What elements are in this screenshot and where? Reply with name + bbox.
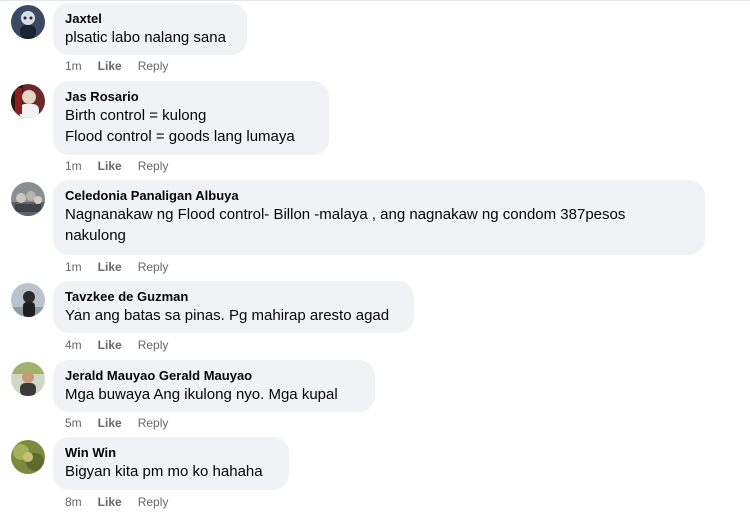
comment-text: Birth control = kulong Flood control = g… bbox=[65, 105, 317, 147]
comment-time[interactable]: 5m bbox=[65, 415, 82, 431]
comment-text: Yan ang batas sa pinas. Pg mahirap arest… bbox=[65, 305, 402, 326]
comment-time[interactable]: 4m bbox=[65, 337, 82, 353]
comment-bubble: Jas Rosario Birth control = kulong Flood… bbox=[53, 81, 329, 155]
avatar[interactable] bbox=[11, 283, 45, 317]
comment-actions: 4m Like Reply bbox=[65, 337, 184, 353]
comment-text: plsatic labo nalang sana bbox=[65, 27, 235, 48]
comment-text-line: nakulong bbox=[65, 227, 126, 244]
comment-bubble: Jerald Mauyao Gerald Mauyao Mga buwaya A… bbox=[53, 360, 375, 412]
comment-actions: 1m Like Reply bbox=[65, 259, 184, 275]
comment-actions: 8m Like Reply bbox=[65, 494, 184, 510]
comment-actions: 1m Like Reply bbox=[65, 158, 184, 174]
comment-text-line: Nagnanakaw ng Flood control- Billon -mal… bbox=[65, 206, 626, 223]
comment-bubble: Celedonia Panaligan Albuya Nagnanakaw ng… bbox=[53, 180, 705, 255]
like-button[interactable]: Like bbox=[98, 494, 122, 510]
comment-text-line: plsatic labo nalang sana bbox=[65, 29, 226, 46]
comment-author[interactable]: Jas Rosario bbox=[65, 88, 317, 105]
like-button[interactable]: Like bbox=[98, 259, 122, 275]
comment-actions: 1m Like Reply bbox=[65, 58, 184, 74]
reply-button[interactable]: Reply bbox=[138, 337, 169, 353]
comment-bubble: Tavzkee de Guzman Yan ang batas sa pinas… bbox=[53, 281, 414, 333]
comment-bubble: Jaxtel plsatic labo nalang sana bbox=[53, 3, 247, 55]
comment-author[interactable]: Jaxtel bbox=[65, 10, 235, 27]
comment-feed: Jaxtel plsatic labo nalang sana 1m Like Re… bbox=[0, 0, 750, 514]
comment-time[interactable]: 1m bbox=[65, 58, 82, 74]
comment-text: Mga buwaya Ang ikulong nyo. Mga kupal bbox=[65, 384, 363, 405]
comment-text-line: Birth control = kulong bbox=[65, 107, 207, 124]
comment-time[interactable]: 1m bbox=[65, 158, 82, 174]
comment-author[interactable]: Celedonia Panaligan Albuya bbox=[65, 187, 693, 204]
comment-text-line: Bigyan kita pm mo ko hahaha bbox=[65, 463, 263, 480]
reply-button[interactable]: Reply bbox=[138, 58, 169, 74]
comment-author[interactable]: Tavzkee de Guzman bbox=[65, 288, 402, 305]
comment-author[interactable]: Win Win bbox=[65, 444, 277, 461]
avatar[interactable] bbox=[11, 5, 45, 39]
reply-button[interactable]: Reply bbox=[138, 259, 169, 275]
avatar[interactable] bbox=[11, 362, 45, 396]
like-button[interactable]: Like bbox=[98, 58, 122, 74]
comment-bubble: Win Win Bigyan kita pm mo ko hahaha bbox=[53, 437, 289, 490]
reply-button[interactable]: Reply bbox=[138, 415, 169, 431]
comment-text-line: Mga buwaya Ang ikulong nyo. Mga kupal bbox=[65, 386, 338, 403]
comment-text: Bigyan kita pm mo ko hahaha bbox=[65, 461, 277, 482]
like-button[interactable]: Like bbox=[98, 337, 122, 353]
avatar[interactable] bbox=[11, 182, 45, 216]
comment-text: Nagnanakaw ng Flood control- Billon -mal… bbox=[65, 204, 693, 246]
avatar[interactable] bbox=[11, 84, 45, 118]
divider bbox=[0, 0, 750, 1]
comment-actions: 5m Like Reply bbox=[65, 415, 184, 431]
reply-button[interactable]: Reply bbox=[138, 494, 169, 510]
comment-text-line: Flood control = goods lang lumaya bbox=[65, 128, 295, 145]
comment-text-line: Yan ang batas sa pinas. Pg mahirap arest… bbox=[65, 307, 390, 324]
comment-time[interactable]: 1m bbox=[65, 259, 82, 275]
comment-time[interactable]: 8m bbox=[65, 494, 82, 510]
like-button[interactable]: Like bbox=[98, 158, 122, 174]
like-button[interactable]: Like bbox=[98, 415, 122, 431]
comment-author[interactable]: Jerald Mauyao Gerald Mauyao bbox=[65, 367, 363, 384]
avatar[interactable] bbox=[11, 440, 45, 474]
reply-button[interactable]: Reply bbox=[138, 158, 169, 174]
